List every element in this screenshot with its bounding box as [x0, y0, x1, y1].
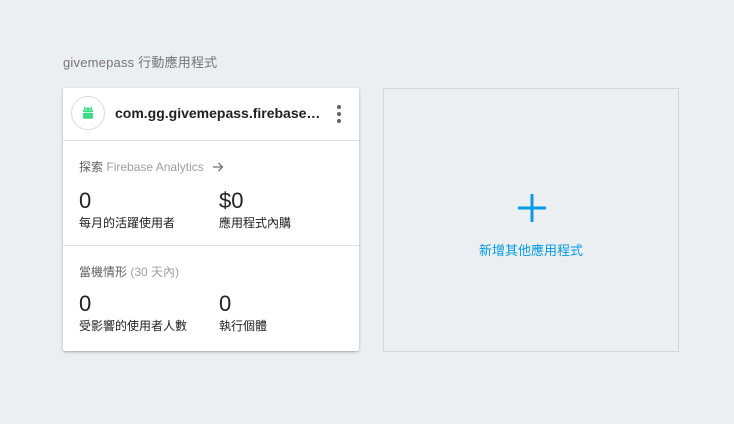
- metric-caption: 受影響的使用者人數: [79, 319, 188, 333]
- more-vert-icon[interactable]: [331, 102, 347, 126]
- app-package-name[interactable]: com.gg.givemepass.firebasestorage: [115, 105, 325, 121]
- arrow-right-icon: [212, 162, 224, 171]
- section-title: givemepass 行動應用程式: [63, 55, 218, 70]
- crash-range: (30 天內): [130, 265, 180, 279]
- explore-prefix: 探索: [79, 160, 104, 174]
- crash-section: 當機情形 (30 天內) 0 受影響的使用者人數 0 執行個體: [63, 246, 359, 351]
- metric-caption: 應用程式內購: [219, 216, 292, 230]
- metric-caption: 執行個體: [219, 319, 268, 333]
- android-icon: [71, 96, 105, 130]
- metric-caption: 每月的活躍使用者: [79, 216, 176, 230]
- metric-value: $0: [219, 188, 244, 213]
- metric-in-app-purchases: $0 應用程式內購: [219, 189, 291, 231]
- app-card[interactable]: com.gg.givemepass.firebasestorage 探索 Fir…: [63, 88, 359, 351]
- crash-label: 當機情形: [79, 265, 128, 279]
- explore-analytics-link[interactable]: 探索 Firebase Analytics: [79, 158, 224, 175]
- crash-section-label: 當機情形 (30 天內): [79, 263, 179, 280]
- plus-icon: [518, 194, 546, 222]
- analytics-section: 探索 Firebase Analytics 0 每月的活躍使用者 $0 應用程式…: [63, 141, 359, 246]
- metric-value: 0: [79, 188, 92, 213]
- metric-value: 0: [79, 291, 92, 316]
- metric-affected-users: 0 受影響的使用者人數: [79, 292, 187, 334]
- metric-monthly-active-users: 0 每月的活躍使用者: [79, 189, 175, 231]
- add-app-label: 新增其他應用程式: [478, 243, 583, 258]
- add-app-card[interactable]: 新增其他應用程式: [383, 88, 679, 352]
- metric-instances: 0 執行個體: [219, 292, 267, 334]
- app-card-header: com.gg.givemepass.firebasestorage: [63, 88, 359, 141]
- metric-value: 0: [219, 291, 232, 316]
- explore-product: Firebase Analytics: [106, 160, 204, 174]
